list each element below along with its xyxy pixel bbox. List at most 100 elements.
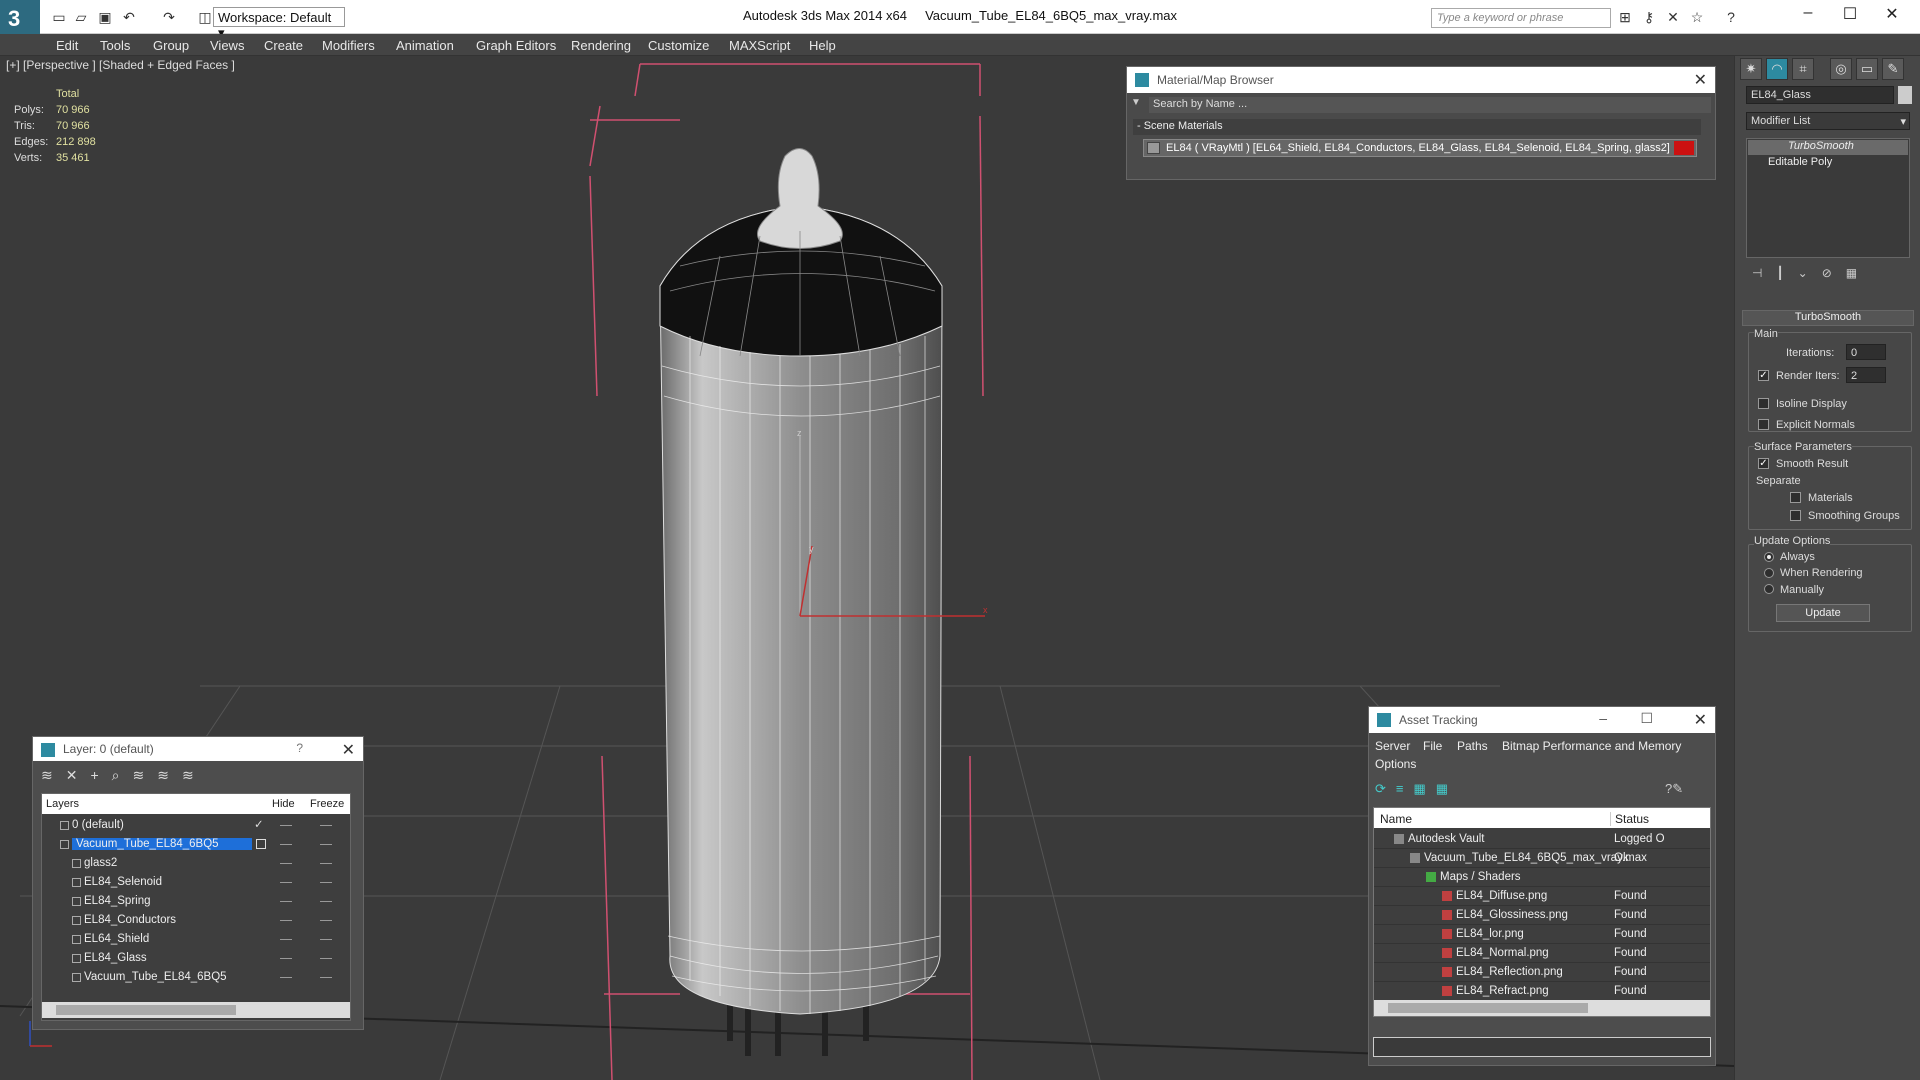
object-name-field[interactable]: EL84_Glass (1746, 86, 1894, 104)
menu-animation[interactable]: Animation (396, 38, 454, 53)
freeze-toggle[interactable] (320, 882, 332, 883)
project-folder-icon[interactable]: ◫ (196, 8, 214, 26)
asset-row[interactable]: EL84_Refract.png Found (1374, 982, 1710, 1001)
update-button[interactable]: Update (1776, 604, 1870, 622)
materials-checkbox[interactable] (1790, 492, 1801, 503)
isoline-display-checkbox[interactable] (1758, 398, 1769, 409)
menu-bitmap-performance[interactable]: Bitmap Performance and Memory (1502, 739, 1681, 753)
menu-help[interactable]: Help (809, 38, 836, 53)
freeze-toggle[interactable] (320, 977, 332, 978)
stack-item-turbosmooth[interactable]: TurboSmooth (1748, 140, 1908, 155)
layer-toolbar[interactable]: ≋✕+⌕≋≋≋ (41, 767, 241, 785)
layer-row[interactable]: glass2 (44, 854, 348, 873)
key-icon[interactable]: ⚷ (1640, 8, 1658, 26)
hierarchy-tab-icon[interactable]: ⌗ (1792, 58, 1814, 80)
hide-toggle[interactable] (280, 882, 292, 883)
stack-item-editable-poly[interactable]: Editable Poly (1748, 156, 1908, 171)
manually-radio[interactable] (1764, 584, 1774, 594)
menu-options[interactable]: Options (1375, 757, 1416, 771)
freeze-toggle[interactable] (320, 920, 332, 921)
menu-maxscript[interactable]: MAXScript (729, 38, 790, 53)
redo-icon[interactable]: ↷ (160, 8, 178, 26)
current-layer-check-icon[interactable]: ✓ (254, 817, 264, 831)
asset-row[interactable]: Maps / Shaders (1374, 868, 1710, 887)
viewport-label[interactable]: [+] [Perspective ] [Shaded + Edged Faces… (6, 58, 235, 72)
smooth-result-checkbox[interactable]: ✓ (1758, 458, 1769, 469)
minimize-icon[interactable]: – (1599, 710, 1607, 726)
smoothing-groups-checkbox[interactable] (1790, 510, 1801, 521)
menu-views[interactable]: Views (210, 38, 244, 53)
hide-toggle[interactable] (280, 920, 292, 921)
stack-toolbar[interactable]: ⊣┃⌄⊘▦ (1752, 266, 1912, 282)
col-name[interactable]: Name (1380, 812, 1412, 826)
close-icon[interactable]: ✕ (1694, 70, 1707, 90)
col-hide[interactable]: Hide (272, 798, 295, 810)
hide-toggle[interactable] (280, 977, 292, 978)
minimize-icon[interactable]: – (1788, 4, 1828, 28)
menu-rendering[interactable]: Rendering (571, 38, 631, 53)
undo-icon[interactable]: ↶ (120, 8, 138, 26)
menu-create[interactable]: Create (264, 38, 303, 53)
asset-hscrollbar[interactable] (1374, 1000, 1710, 1016)
freeze-toggle[interactable] (320, 901, 332, 902)
layer-row[interactable]: Vacuum_Tube_EL84_6BQ5 (44, 968, 348, 987)
asset-row[interactable]: EL84_Normal.png Found (1374, 944, 1710, 963)
hide-toggle[interactable] (280, 939, 292, 940)
asset-toolbar[interactable]: ⟳≡▦▦ (1375, 781, 1475, 801)
search-input[interactable]: Type a keyword or phrase (1431, 8, 1611, 28)
object-color-swatch[interactable] (1898, 86, 1912, 104)
menu-file[interactable]: File (1423, 739, 1442, 753)
scroll-thumb[interactable] (56, 1005, 236, 1015)
options-triangle-icon[interactable]: ▼ (1131, 97, 1143, 111)
iterations-spinner[interactable]: 0 (1846, 344, 1886, 360)
layer-row[interactable]: EL84_Glass (44, 949, 348, 968)
asset-row[interactable]: EL84_Glossiness.png Found (1374, 906, 1710, 925)
layer-row[interactable]: EL84_Spring (44, 892, 348, 911)
layer-row[interactable]: EL64_Shield (44, 930, 348, 949)
save-icon[interactable]: ▣ (96, 8, 114, 26)
asset-row[interactable]: Autodesk Vault Logged O (1374, 830, 1710, 849)
close-icon[interactable]: ✕ (1872, 4, 1912, 28)
layer-row[interactable]: EL84_Selenoid (44, 873, 348, 892)
motion-tab-icon[interactable]: ◎ (1830, 58, 1852, 80)
render-iters-checkbox[interactable]: ✓ (1758, 370, 1769, 381)
render-iters-spinner[interactable]: 2 (1846, 367, 1886, 383)
exchange-icon[interactable]: ✕ (1664, 8, 1682, 26)
freeze-toggle[interactable] (320, 958, 332, 959)
help-icon[interactable]: ? (296, 741, 303, 755)
hide-toggle[interactable] (280, 825, 292, 826)
close-icon[interactable]: ✕ (1694, 710, 1707, 730)
asset-tracking-titlebar[interactable]: Asset Tracking – ☐ ✕ (1369, 707, 1715, 733)
scroll-thumb[interactable] (1388, 1003, 1588, 1013)
menu-graph-editors[interactable]: Graph Editors (476, 38, 556, 53)
utilities-tab-icon[interactable]: ✎ (1882, 58, 1904, 80)
make-current-icon[interactable] (256, 839, 266, 849)
modify-tab-icon[interactable]: ◠ (1766, 58, 1788, 80)
explicit-normals-checkbox[interactable] (1758, 419, 1769, 430)
freeze-toggle[interactable] (320, 939, 332, 940)
hide-toggle[interactable] (280, 958, 292, 959)
turbosmooth-rollout-header[interactable]: TurboSmooth (1742, 310, 1914, 326)
material-browser-titlebar[interactable]: Material/Map Browser ✕ (1127, 67, 1715, 93)
layer-hscrollbar[interactable] (42, 1002, 350, 1018)
asset-help-icons[interactable]: ?✎ (1665, 781, 1705, 801)
material-item-el84[interactable]: EL84 ( VRayMtl ) [EL64_Shield, EL84_Cond… (1143, 139, 1697, 157)
maximize-icon[interactable]: ☐ (1830, 4, 1870, 28)
asset-row[interactable]: EL84_lor.png Found (1374, 925, 1710, 944)
star-icon[interactable]: ☆ (1688, 8, 1706, 26)
layer-row[interactable]: Vacuum_Tube_EL84_6BQ5 (44, 835, 348, 854)
scene-materials-header[interactable]: - Scene Materials (1133, 119, 1701, 135)
menu-customize[interactable]: Customize (648, 38, 709, 53)
open-file-icon[interactable]: ▱ (72, 8, 90, 26)
new-file-icon[interactable]: ▭ (50, 8, 68, 26)
material-search-input[interactable]: Search by Name ... (1149, 97, 1711, 113)
close-icon[interactable]: ✕ (342, 740, 355, 760)
freeze-toggle[interactable] (320, 844, 332, 845)
layer-row[interactable]: EL84_Conductors (44, 911, 348, 930)
hide-toggle[interactable] (280, 901, 292, 902)
asset-path-field[interactable] (1373, 1037, 1711, 1057)
asset-row[interactable]: Vacuum_Tube_EL84_6BQ5_max_vray.max Ok (1374, 849, 1710, 868)
hide-toggle[interactable] (280, 844, 292, 845)
when-rendering-radio[interactable] (1764, 568, 1774, 578)
display-tab-icon[interactable]: ▭ (1856, 58, 1878, 80)
